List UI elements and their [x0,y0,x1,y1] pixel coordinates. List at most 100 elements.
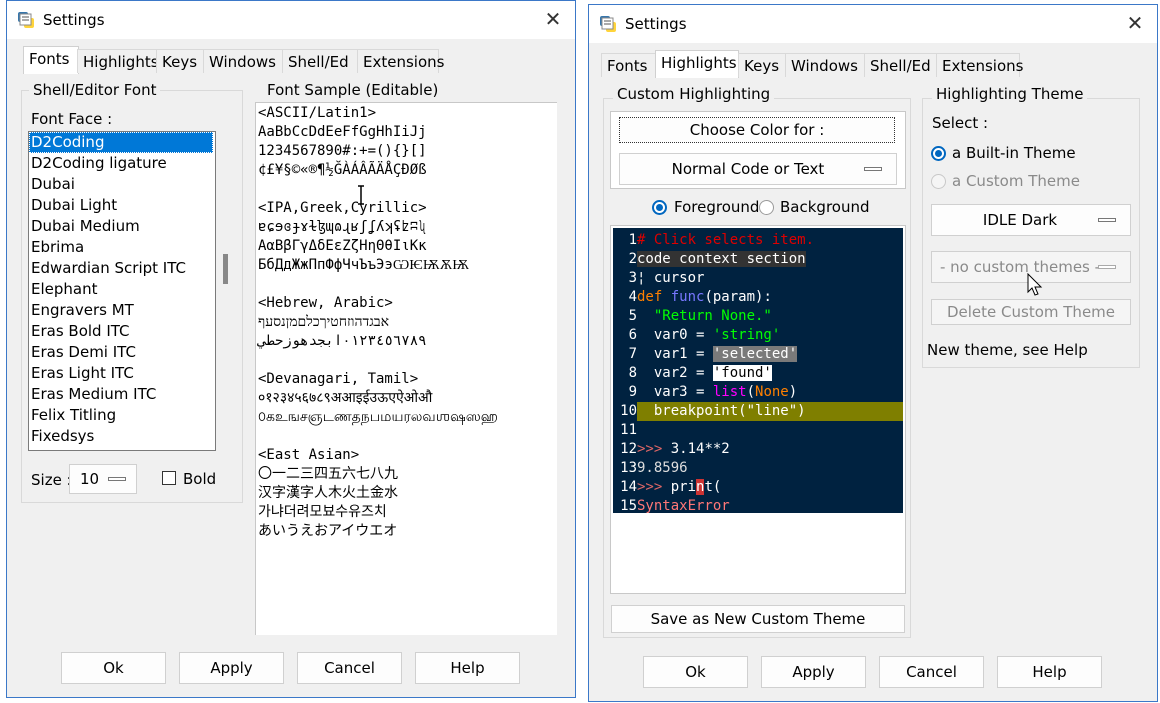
help-button[interactable]: Help [415,652,520,684]
font-list-item[interactable]: Ebrima [29,237,215,258]
select-label: Select : [932,114,989,132]
window-title: Settings [625,15,687,33]
font-list-item[interactable]: Engravers MT [29,300,215,321]
line-number: 6 [628,327,637,343]
font-sample-line: 1234567890#:+=(){}[] [258,143,427,159]
font-list-item[interactable]: D2Coding ligature [29,153,215,174]
font-sample-text[interactable]: <ASCII/Latin1> AaBbCcDdEeFfGgHhIiJj 123456… [255,102,557,635]
code-line[interactable]: 9.8596 [637,459,688,478]
font-list-item[interactable]: D2Coding [29,132,213,153]
builtin-theme-radio[interactable] [931,146,946,161]
python-idle-icon [18,12,34,28]
code-line[interactable]: ¦ cursor [637,269,704,288]
tab-fonts[interactable]: Fonts [601,53,657,77]
code-line[interactable]: # Click selects item. [637,231,814,250]
custom-theme-radio[interactable] [931,174,946,189]
background-label: Background [780,198,870,216]
code-line[interactable]: breakpoint("line") [637,402,903,421]
code-line[interactable]: def func(param): [637,288,772,307]
font-list-item[interactable]: Dubai Light [29,195,215,216]
help-button[interactable]: Help [997,656,1102,688]
font-sample-line: 〇一二三四五六七八九 [258,466,398,482]
font-list-item[interactable]: Eras Demi ITC [29,342,215,363]
font-sample-line: あいうえおアイウエオ [258,523,398,539]
code-line[interactable]: SyntaxError [637,497,730,513]
foreground-label: Foreground [674,198,760,216]
tab-shell-ed[interactable]: Shell/Ed [864,53,937,77]
font-face-list[interactable]: D2Coding D2Coding ligature Dubai Dubai Ligh… [28,131,216,451]
highlight-sample-code[interactable]: 1 # Click selects item. 2 code context sect… [613,228,903,513]
font-list-item[interactable]: Dubai Medium [29,216,215,237]
font-sample-line [258,351,557,370]
font-sample-line: ΑαΒβΓγΔδΕεΖζΗηΘθΙιΚκ [258,238,427,254]
dropdown-indicator-icon [864,167,882,171]
font-list-scrollbar[interactable] [223,254,228,284]
font-list-item[interactable]: Fixedsys [29,426,215,447]
code-line[interactable]: var1 = 'selected' [637,345,798,364]
bold-checkbox[interactable] [162,471,176,485]
tab-keys[interactable]: Keys [738,53,786,77]
font-sample-line: ௦கஉஙசஞடணதநபமயரலவஶஷஸஹ [258,409,498,425]
python-idle-icon [600,16,616,32]
foreground-radio[interactable] [652,200,667,215]
save-as-new-custom-theme-button[interactable]: Save as New Custom Theme [611,605,905,633]
close-icon[interactable]: ✕ [541,7,565,31]
close-icon[interactable]: ✕ [1123,11,1147,35]
code-line[interactable]: var2 = 'found' [637,364,772,383]
tab-keys[interactable]: Keys [156,49,204,73]
code-line[interactable]: var3 = list(None) [637,383,797,402]
tab-fonts[interactable]: Fonts [23,46,79,74]
cancel-button[interactable]: Cancel [297,652,402,684]
font-sample-line: <ASCII/Latin1> [258,105,377,121]
line-number: 14 [620,479,637,495]
tab-shell-ed[interactable]: Shell/Ed [282,49,358,73]
font-list-item[interactable]: Felix Titling [29,405,215,426]
title-bar[interactable]: Settings ✕ [589,5,1157,43]
font-list-item[interactable]: Eras Bold ITC [29,321,215,342]
line-number: 10 [620,403,637,419]
code-line[interactable]: >>> print( [637,478,721,497]
font-sample-legend: Font Sample (Editable) [263,81,443,99]
ok-button[interactable]: Ok [61,652,166,684]
line-number: 4 [628,289,637,305]
title-bar[interactable]: Settings ✕ [7,1,575,39]
new-theme-help-text: New theme, see Help [927,341,1088,359]
ok-button[interactable]: Ok [643,656,748,688]
builtin-theme-value: IDLE Dark [982,211,1058,229]
cancel-button[interactable]: Cancel [879,656,984,688]
font-list-item[interactable]: Elephant [29,279,215,300]
code-line[interactable]: var0 = 'string' [637,326,780,345]
tab-windows[interactable]: Windows [203,49,283,73]
custom-highlighting-legend: Custom Highlighting [613,85,775,103]
font-size-dropdown[interactable]: 10 [69,464,137,494]
line-number: 13 [620,460,637,476]
choose-color-button[interactable]: Choose Color for : [619,117,895,143]
font-sample-line [258,427,557,446]
code-line[interactable]: "Return None." [637,307,772,326]
text-cursor-icon [358,185,364,205]
tab-extensions[interactable]: Extensions [357,49,444,73]
code-line[interactable]: code context section [637,250,806,269]
mouse-pointer-icon [1027,273,1043,296]
code-line[interactable]: >>> 3.14**2 [637,440,730,459]
delete-custom-theme-button[interactable]: Delete Custom Theme [931,299,1131,325]
apply-button[interactable]: Apply [179,652,284,684]
highlight-element-dropdown[interactable]: Normal Code or Text [619,153,897,185]
tab-extensions[interactable]: Extensions [936,53,1023,77]
apply-button[interactable]: Apply [761,656,866,688]
font-list-item[interactable]: Edwardian Script ITC [29,258,215,279]
line-number: 9 [628,384,637,400]
tab-highlights[interactable]: Highlights [655,50,739,78]
background-radio[interactable] [759,200,774,215]
tab-highlights[interactable]: Highlights [77,49,159,73]
font-sample-line: ¢£¥§©«®¶½ĞÀÁÂÃÄÅÇÐØß [258,162,427,178]
builtin-theme-dropdown[interactable]: IDLE Dark [931,204,1131,236]
font-list-item[interactable]: Eras Light ITC [29,363,215,384]
font-list-item[interactable]: Dubai [29,174,215,195]
font-sample-line: ɐɕɘɞɟɤɫɮɰɷɻʁʃʆʎʞʢʫʭʯ [258,219,427,235]
line-number: 8 [628,365,637,381]
tab-windows[interactable]: Windows [785,53,865,77]
font-list-item[interactable]: Eras Medium ITC [29,384,215,405]
dropdown-indicator-icon [108,477,126,481]
line-number: 11 [620,422,637,438]
